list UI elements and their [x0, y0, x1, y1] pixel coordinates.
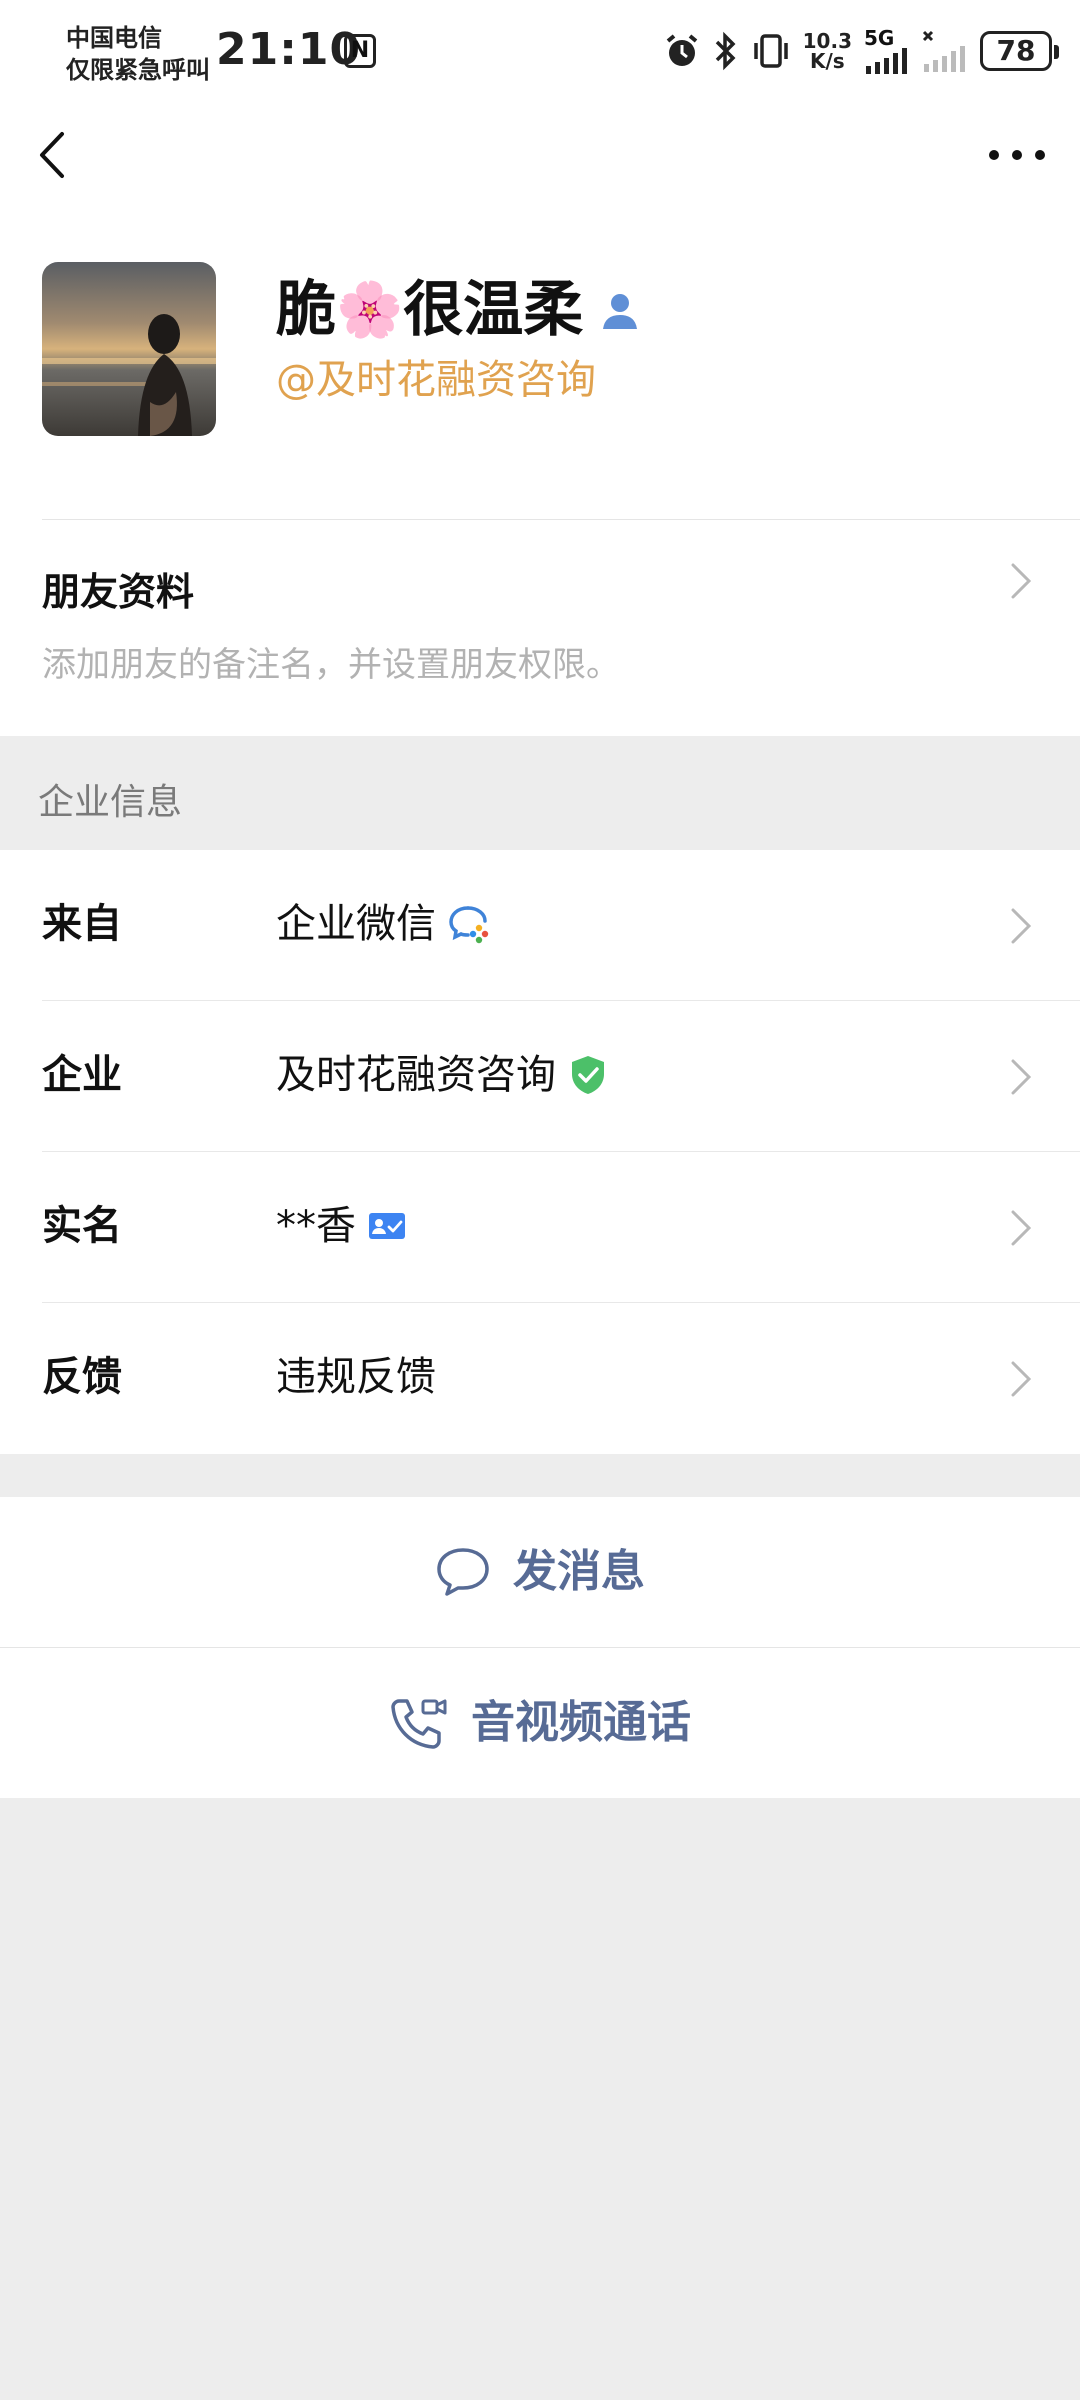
avatar[interactable] — [42, 262, 216, 436]
wecom-icon — [449, 906, 489, 944]
row-value: **香 — [276, 1198, 406, 1254]
chevron-left-icon — [40, 132, 64, 178]
emergency-only-text: 仅限紧急呼叫 — [66, 56, 210, 84]
alarm-icon — [666, 34, 697, 66]
carrier-name: 中国电信 — [66, 24, 162, 52]
corp-tag: @及时花融资咨询 — [276, 357, 596, 403]
section-title: 企业信息 — [38, 782, 183, 823]
id-card-verified-icon — [369, 1213, 405, 1239]
carrier-info: 中国电信 仅限紧急呼叫 — [66, 22, 210, 86]
av-call-label: 音视频通话 — [471, 1697, 691, 1748]
profile-name-row: 脆 🌸 很温柔 — [276, 270, 643, 350]
row-value: 企业微信 — [276, 896, 492, 952]
status-bar: 中国电信 仅限紧急呼叫 21:10 N 10.3 K/s 5G 78 — [0, 0, 1080, 100]
profile-header: 脆 🌸 很温柔 @及时花融资咨询 — [0, 210, 1080, 520]
row-label: 来自 — [42, 901, 122, 947]
row-enterprise[interactable]: 企业 及时花融资咨询 — [0, 1001, 1080, 1152]
battery-icon: 78 — [980, 31, 1059, 71]
send-message-label: 发消息 — [513, 1546, 645, 1597]
enterprise-section-header: 企业信息 — [0, 736, 1080, 850]
row-label: 实名 — [42, 1203, 122, 1249]
signal-5g: 5G — [864, 28, 910, 74]
row-real-name[interactable]: 实名 **香 — [0, 1152, 1080, 1303]
row-value: 违规反馈 — [276, 1349, 436, 1405]
row-label: 反馈 — [42, 1354, 122, 1400]
nav-bar — [0, 100, 1080, 210]
action-buttons: 发消息 音视频通话 — [0, 1497, 1080, 1798]
friend-info-row[interactable]: 朋友资料 添加朋友的备注名，并设置朋友权限。 — [0, 520, 1080, 736]
no-signal-icon — [922, 30, 965, 72]
verified-shield-icon — [572, 1056, 604, 1094]
chevron-right-icon — [1011, 563, 1032, 599]
av-call-button[interactable]: 音视频通话 — [0, 1648, 1080, 1798]
profile-name-rest: 很温柔 — [403, 275, 584, 345]
net-speed: 10.3 K/s — [802, 29, 852, 73]
source-value: 企业微信 — [276, 901, 436, 947]
enterprise-value: 及时花融资咨询 — [276, 1052, 556, 1098]
flower-emoji: 🌸 — [336, 278, 404, 341]
chat-bubble-icon — [437, 1548, 489, 1596]
back-button[interactable] — [28, 120, 98, 190]
real-name-value: **香 — [276, 1203, 356, 1249]
profile-name: 脆 — [276, 275, 336, 345]
chevron-right-icon — [1011, 1361, 1032, 1397]
contact-person-icon — [603, 294, 638, 329]
clock: 21:10 — [216, 24, 362, 75]
row-feedback[interactable]: 反馈 违规反馈 — [0, 1303, 1080, 1454]
friend-info-description: 添加朋友的备注名，并设置朋友权限。 — [42, 645, 620, 685]
more-dots-icon — [989, 150, 1045, 160]
chevron-right-icon — [1011, 1210, 1032, 1246]
chevron-right-icon — [1011, 908, 1032, 944]
vibrate-icon — [753, 34, 788, 68]
row-label: 企业 — [42, 1052, 122, 1098]
friend-info-title: 朋友资料 — [42, 570, 195, 614]
send-message-button[interactable]: 发消息 — [0, 1497, 1080, 1647]
enterprise-info-list: 来自 企业微信 企业 及时花融资咨询 实名 **香 反馈 违规反馈 — [0, 850, 1080, 1454]
phone-video-icon — [391, 1699, 447, 1749]
feedback-value: 违规反馈 — [276, 1354, 436, 1400]
nfc-icon: N — [344, 34, 376, 68]
status-icons: 10.3 K/s 5G 78 — [663, 26, 1059, 76]
chevron-right-icon — [1011, 1059, 1032, 1095]
more-options-button[interactable] — [982, 120, 1052, 190]
bluetooth-icon — [715, 31, 736, 71]
row-value: 及时花融资咨询 — [276, 1047, 608, 1103]
signal-strength-icon — [866, 48, 907, 74]
row-source[interactable]: 来自 企业微信 — [0, 850, 1080, 1001]
